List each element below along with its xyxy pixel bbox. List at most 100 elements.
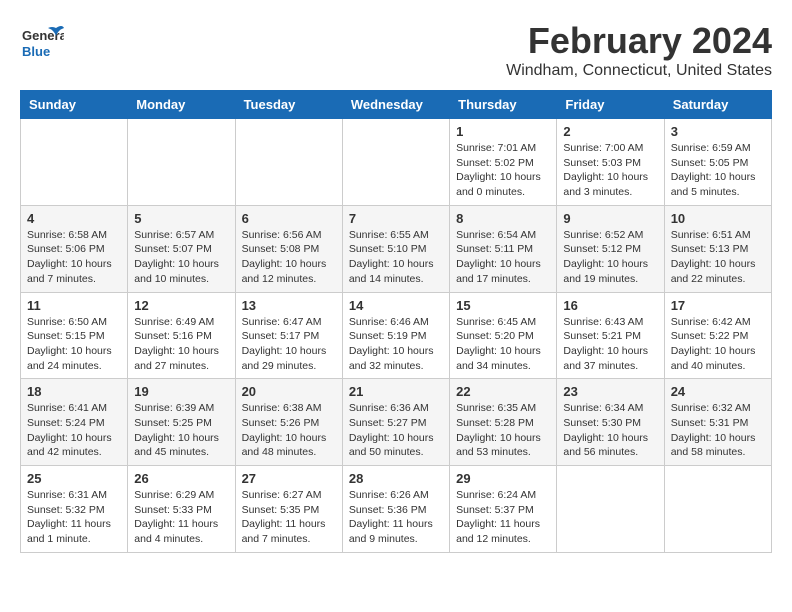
weekday-header-friday: Friday [557, 91, 664, 119]
day-number: 25 [27, 471, 121, 486]
day-info: Sunrise: 7:01 AM Sunset: 5:02 PM Dayligh… [456, 141, 550, 200]
day-info: Sunrise: 6:45 AM Sunset: 5:20 PM Dayligh… [456, 315, 550, 374]
day-number: 13 [242, 298, 336, 313]
calendar-cell: 15 Sunrise: 6:45 AM Sunset: 5:20 PM Dayli… [450, 292, 557, 379]
month-year-title: February 2024 [506, 20, 772, 62]
calendar-cell: 29Sunrise: 6:24 AM Sunset: 5:37 PM Dayli… [450, 466, 557, 553]
day-number: 6 [242, 211, 336, 226]
day-info: Sunrise: 6:26 AM Sunset: 5:36 PM Dayligh… [349, 488, 443, 547]
calendar-cell: 4 Sunrise: 6:58 AM Sunset: 5:06 PM Daylig… [21, 205, 128, 292]
day-info: Sunrise: 6:36 AM Sunset: 5:27 PM Dayligh… [349, 401, 443, 460]
day-number: 21 [349, 384, 443, 399]
day-number: 20 [242, 384, 336, 399]
day-number: 8 [456, 211, 550, 226]
calendar-cell: 10 Sunrise: 6:51 AM Sunset: 5:13 PM Dayli… [664, 205, 771, 292]
day-number: 16 [563, 298, 657, 313]
day-info: Sunrise: 6:43 AM Sunset: 5:21 PM Dayligh… [563, 315, 657, 374]
calendar-cell: 5 Sunrise: 6:57 AM Sunset: 5:07 PM Daylig… [128, 205, 235, 292]
page: General Blue February 2024 Windham, Conn… [0, 0, 792, 563]
day-info: Sunrise: 6:58 AM Sunset: 5:06 PM Dayligh… [27, 228, 121, 287]
day-number: 1 [456, 124, 550, 139]
calendar-cell: 1 Sunrise: 7:01 AM Sunset: 5:02 PM Daylig… [450, 119, 557, 206]
day-number: 3 [671, 124, 765, 139]
day-info: Sunrise: 7:00 AM Sunset: 5:03 PM Dayligh… [563, 141, 657, 200]
calendar-week-row: 1 Sunrise: 7:01 AM Sunset: 5:02 PM Daylig… [21, 119, 772, 206]
calendar-cell [235, 119, 342, 206]
day-number: 2 [563, 124, 657, 139]
day-number: 14 [349, 298, 443, 313]
calendar-cell [21, 119, 128, 206]
day-number: 17 [671, 298, 765, 313]
calendar-cell [342, 119, 449, 206]
calendar-cell [664, 466, 771, 553]
calendar-week-row: 4 Sunrise: 6:58 AM Sunset: 5:06 PM Daylig… [21, 205, 772, 292]
day-info: Sunrise: 6:59 AM Sunset: 5:05 PM Dayligh… [671, 141, 765, 200]
svg-text:Blue: Blue [22, 44, 50, 59]
weekday-header-thursday: Thursday [450, 91, 557, 119]
logo: General Blue [20, 20, 64, 64]
location-title: Windham, Connecticut, United States [506, 62, 772, 80]
day-number: 12 [134, 298, 228, 313]
calendar-cell: 13 Sunrise: 6:47 AM Sunset: 5:17 PM Dayli… [235, 292, 342, 379]
calendar-cell: 8 Sunrise: 6:54 AM Sunset: 5:11 PM Daylig… [450, 205, 557, 292]
day-info: Sunrise: 6:31 AM Sunset: 5:32 PM Dayligh… [27, 488, 121, 547]
calendar-cell: 14 Sunrise: 6:46 AM Sunset: 5:19 PM Dayli… [342, 292, 449, 379]
calendar-cell: 3 Sunrise: 6:59 AM Sunset: 5:05 PM Daylig… [664, 119, 771, 206]
day-info: Sunrise: 6:56 AM Sunset: 5:08 PM Dayligh… [242, 228, 336, 287]
calendar-cell: 21 Sunrise: 6:36 AM Sunset: 5:27 PM Dayli… [342, 379, 449, 466]
day-info: Sunrise: 6:41 AM Sunset: 5:24 PM Dayligh… [27, 401, 121, 460]
calendar-cell: 28 Sunrise: 6:26 AM Sunset: 5:36 PM Dayli… [342, 466, 449, 553]
day-info: Sunrise: 6:55 AM Sunset: 5:10 PM Dayligh… [349, 228, 443, 287]
day-info: Sunrise: 6:34 AM Sunset: 5:30 PM Dayligh… [563, 401, 657, 460]
day-info: Sunrise: 6:50 AM Sunset: 5:15 PM Dayligh… [27, 315, 121, 374]
day-info: Sunrise: 6:24 AM Sunset: 5:37 PM Dayligh… [456, 488, 550, 547]
calendar-week-row: 18 Sunrise: 6:41 AM Sunset: 5:24 PM Dayli… [21, 379, 772, 466]
title-area: February 2024 Windham, Connecticut, Unit… [506, 20, 772, 80]
calendar-cell: 24 Sunrise: 6:32 AM Sunset: 5:31 PM Dayli… [664, 379, 771, 466]
calendar-week-row: 25 Sunrise: 6:31 AM Sunset: 5:32 PM Dayli… [21, 466, 772, 553]
weekday-header-tuesday: Tuesday [235, 91, 342, 119]
day-info: Sunrise: 6:29 AM Sunset: 5:33 PM Dayligh… [134, 488, 228, 547]
day-number: 26 [134, 471, 228, 486]
day-info: Sunrise: 6:39 AM Sunset: 5:25 PM Dayligh… [134, 401, 228, 460]
calendar-cell: 22 Sunrise: 6:35 AM Sunset: 5:28 PM Dayli… [450, 379, 557, 466]
day-number: 28 [349, 471, 443, 486]
day-number: 11 [27, 298, 121, 313]
day-number: 15 [456, 298, 550, 313]
calendar-table: SundayMondayTuesdayWednesdayThursdayFrid… [20, 90, 772, 553]
day-info: Sunrise: 6:54 AM Sunset: 5:11 PM Dayligh… [456, 228, 550, 287]
day-number: 24 [671, 384, 765, 399]
day-number: 10 [671, 211, 765, 226]
calendar-week-row: 11 Sunrise: 6:50 AM Sunset: 5:15 PM Dayli… [21, 292, 772, 379]
day-number: 22 [456, 384, 550, 399]
day-number: 27 [242, 471, 336, 486]
day-number: 18 [27, 384, 121, 399]
calendar-cell: 12Sunrise: 6:49 AM Sunset: 5:16 PM Dayli… [128, 292, 235, 379]
day-info: Sunrise: 6:32 AM Sunset: 5:31 PM Dayligh… [671, 401, 765, 460]
day-info: Sunrise: 6:46 AM Sunset: 5:19 PM Dayligh… [349, 315, 443, 374]
calendar-cell [557, 466, 664, 553]
weekday-header-sunday: Sunday [21, 91, 128, 119]
calendar-cell [128, 119, 235, 206]
calendar-cell: 7Sunrise: 6:55 AM Sunset: 5:10 PM Daylig… [342, 205, 449, 292]
calendar-cell: 20Sunrise: 6:38 AM Sunset: 5:26 PM Dayli… [235, 379, 342, 466]
day-number: 19 [134, 384, 228, 399]
day-number: 23 [563, 384, 657, 399]
calendar-cell: 6 Sunrise: 6:56 AM Sunset: 5:08 PM Daylig… [235, 205, 342, 292]
day-info: Sunrise: 6:57 AM Sunset: 5:07 PM Dayligh… [134, 228, 228, 287]
day-info: Sunrise: 6:52 AM Sunset: 5:12 PM Dayligh… [563, 228, 657, 287]
calendar-cell: 2 Sunrise: 7:00 AM Sunset: 5:03 PM Daylig… [557, 119, 664, 206]
day-info: Sunrise: 6:51 AM Sunset: 5:13 PM Dayligh… [671, 228, 765, 287]
day-info: Sunrise: 6:27 AM Sunset: 5:35 PM Dayligh… [242, 488, 336, 547]
day-number: 4 [27, 211, 121, 226]
day-number: 5 [134, 211, 228, 226]
calendar-cell: 16 Sunrise: 6:43 AM Sunset: 5:21 PM Dayli… [557, 292, 664, 379]
weekday-header-wednesday: Wednesday [342, 91, 449, 119]
day-info: Sunrise: 6:35 AM Sunset: 5:28 PM Dayligh… [456, 401, 550, 460]
calendar-cell: 25 Sunrise: 6:31 AM Sunset: 5:32 PM Dayli… [21, 466, 128, 553]
weekday-header-monday: Monday [128, 91, 235, 119]
weekday-header-saturday: Saturday [664, 91, 771, 119]
day-info: Sunrise: 6:47 AM Sunset: 5:17 PM Dayligh… [242, 315, 336, 374]
day-number: 9 [563, 211, 657, 226]
day-info: Sunrise: 6:42 AM Sunset: 5:22 PM Dayligh… [671, 315, 765, 374]
